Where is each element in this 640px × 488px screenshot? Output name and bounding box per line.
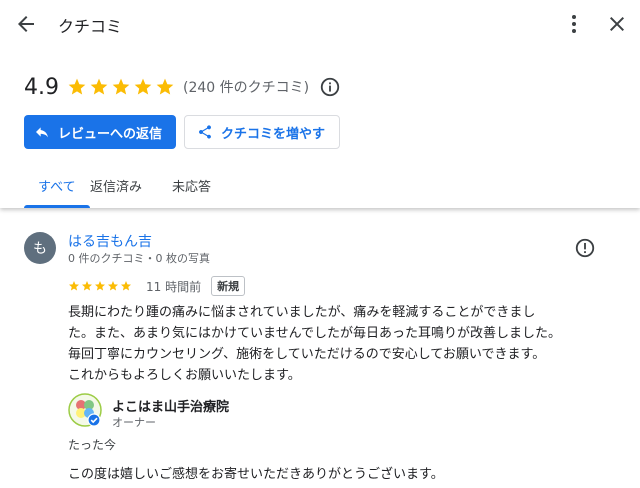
star-icon [69,281,79,291]
review-stars [68,280,132,292]
tab-all[interactable]: すべて [24,176,90,208]
review-text: 長期にわたり踵の痛みに悩まされていましたが、痛みを軽減することができまし た。ま… [68,302,568,386]
star-icon [134,78,152,95]
review-meta-row: 11 時間前 新規 [68,276,246,296]
star-icon [95,281,105,291]
reviewer-meta: 0 件のクチコミ・0 枚の写真 [68,252,210,265]
star-icon [121,281,131,291]
report-icon[interactable] [574,237,596,259]
reply-text: この度は嬉しいご感想をお寄せいただきありがとうございます。 [68,467,444,482]
page-title: クチコミ [58,17,123,36]
reply-time: たった今 [68,438,117,452]
owner-business-name: よこはま山手治療院 [112,400,230,415]
reply-button-label: レビューへの返信 [58,126,163,142]
avatar[interactable]: も [24,232,56,264]
review-time: 11 時間前 [146,279,202,294]
tab-unanswered[interactable]: 未応答 [172,176,232,208]
action-buttons: レビューへの返信 クチコミを増やす [24,115,341,149]
rating-summary: 4.9 (240 件のクチコミ) [24,72,341,102]
review-text-line: た。また、あまり気にはかけていませんでしたが毎日あった耳鳴りが改善しました。 [68,326,561,341]
star-icon [90,78,108,95]
review-count: (240 件のクチコミ) [183,80,310,96]
review-text-line: 長期にわたり踵の痛みに悩まされていましたが、痛みを軽減することができまし [68,305,536,320]
star-icon [68,78,86,95]
star-icon [108,281,118,291]
info-icon[interactable] [319,76,341,98]
close-icon[interactable] [605,12,629,36]
tab-replied[interactable]: 返信済み [90,176,172,208]
reply-to-reviews-button[interactable]: レビューへの返信 [24,115,177,149]
arrow-left-icon[interactable] [14,12,38,36]
average-rating: 4.9 [24,74,59,100]
title-bar: クチコミ [0,0,640,48]
rating-stars [67,77,175,97]
business-logo [68,393,102,427]
owner-role: オーナー [112,416,156,429]
verified-check-icon [87,413,101,427]
review-text-line: 毎回丁寧にカウンセリング、施術をしていただけるので安心してお願いできます。 [68,347,546,362]
new-badge: 新規 [211,276,246,296]
more-vert-icon[interactable] [562,12,586,36]
review-filter-tabs: すべて 返信済み 未応答 [24,176,232,208]
star-icon [156,78,174,95]
reviews-header-panel: クチコミ 4.9 (240 件のクチコミ) レビューへの返信 クチコミを増やす … [0,0,640,208]
increase-reviews-button[interactable]: クチコミを増やす [184,115,341,149]
star-icon [112,78,130,95]
increase-button-label: クチコミを増やす [221,126,326,142]
star-icon [82,281,92,291]
reviewer-name[interactable]: はる吉もん吉 [68,231,152,251]
review-text-line: これからもよろしくお願いいたします。 [68,368,301,383]
share-icon [199,125,212,139]
reply-icon [36,127,48,138]
